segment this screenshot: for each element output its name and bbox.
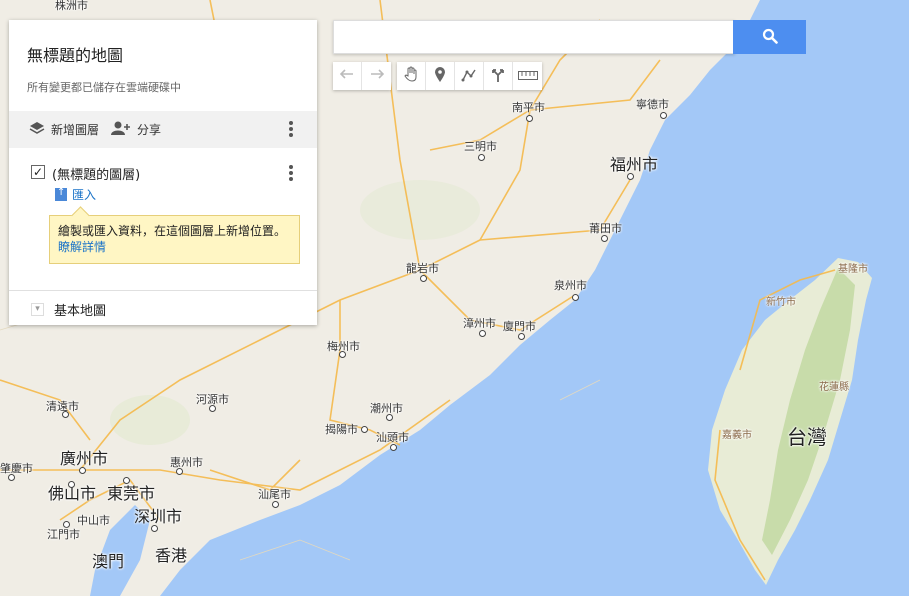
map-side-panel: 無標題的地圖 所有變更都已儲存在雲端硬碟中 新增圖層 分享 ✓ (無標題的圖層)… bbox=[9, 20, 317, 325]
city-dot bbox=[79, 467, 86, 474]
city-dot bbox=[601, 235, 608, 242]
city-dot bbox=[123, 477, 130, 484]
map-label-zhuzhou: 株洲市 bbox=[55, 0, 88, 12]
city-dot bbox=[209, 405, 216, 412]
map-tools-group bbox=[397, 62, 542, 90]
map-label-dongguan: 東莞市 bbox=[107, 484, 156, 503]
add-layer-button[interactable]: 新增圖層 bbox=[29, 121, 99, 138]
tip-text: 繪製或匯入資料，在這個圖層上新增位置。 bbox=[58, 224, 287, 238]
city-dot bbox=[526, 115, 533, 122]
map-title[interactable]: 無標題的地圖 bbox=[27, 42, 123, 66]
map-label-ningde: 寧德市 bbox=[636, 98, 669, 111]
basemap-toggle[interactable]: ▾ 基本地圖 bbox=[31, 300, 106, 319]
learn-more-link[interactable]: 瞭解詳情 bbox=[58, 240, 106, 254]
undo-button[interactable] bbox=[333, 62, 362, 90]
map-label-shenzhen: 深圳市 bbox=[134, 507, 183, 526]
city-dot bbox=[420, 275, 427, 282]
map-label-hongkong: 香港 bbox=[155, 546, 188, 565]
map-label-shanwei: 汕尾市 bbox=[258, 488, 291, 501]
search-button[interactable] bbox=[733, 20, 806, 54]
map-label-zhaoqing: 肇慶市 bbox=[0, 462, 33, 475]
draw-line-button[interactable] bbox=[455, 62, 484, 90]
city-dot bbox=[151, 525, 158, 532]
city-dot bbox=[660, 112, 667, 119]
search-input[interactable] bbox=[333, 20, 735, 54]
share-label: 分享 bbox=[137, 123, 162, 137]
map-label-huizhou: 惠州市 bbox=[170, 456, 203, 469]
map-label-keelung: 基隆市 bbox=[838, 264, 868, 275]
panel-divider bbox=[9, 290, 317, 291]
city-dot bbox=[478, 154, 485, 161]
marker-icon bbox=[435, 66, 445, 86]
basemap-label: 基本地圖 bbox=[54, 304, 107, 319]
map-label-nanping: 南平市 bbox=[512, 101, 545, 114]
city-dot bbox=[627, 173, 634, 180]
map-label-xiamen: 廈門市 bbox=[503, 320, 536, 333]
save-status: 所有變更都已儲存在雲端硬碟中 bbox=[27, 81, 181, 94]
map-label-jieyang: 揭陽市 bbox=[325, 423, 358, 436]
map-label-macau: 澳門 bbox=[92, 552, 125, 571]
city-dot bbox=[68, 481, 75, 488]
redo-button[interactable] bbox=[362, 62, 391, 90]
map-label-taiwan: 台灣 bbox=[787, 425, 827, 449]
upload-icon bbox=[55, 187, 67, 201]
undo-icon bbox=[339, 68, 354, 84]
layer-name[interactable]: (無標題的圖層) bbox=[52, 164, 140, 183]
map-options-menu-icon[interactable] bbox=[289, 119, 293, 139]
add-marker-button[interactable] bbox=[426, 62, 455, 90]
layers-icon bbox=[29, 121, 45, 138]
add-layer-label: 新增圖層 bbox=[51, 123, 100, 137]
map-label-jiangmen: 江門市 bbox=[47, 528, 80, 541]
draw-line-icon bbox=[461, 67, 477, 86]
help-tip: 繪製或匯入資料，在這個圖層上新增位置。 瞭解詳情 bbox=[49, 215, 300, 264]
map-label-hualien: 花蓮縣 bbox=[819, 382, 849, 393]
map-label-longyan: 龍岩市 bbox=[406, 262, 439, 275]
map-label-chiayi: 嘉義市 bbox=[722, 430, 752, 441]
city-dot bbox=[361, 426, 368, 433]
map-label-zhangzhou: 漳州市 bbox=[463, 317, 496, 330]
share-button[interactable]: 分享 bbox=[111, 121, 161, 138]
map-label-chaozhou: 潮州市 bbox=[370, 402, 403, 415]
map-label-foshan: 佛山市 bbox=[48, 484, 97, 503]
directions-icon bbox=[491, 67, 505, 86]
map-label-heyuan: 河源市 bbox=[196, 393, 229, 406]
expand-arrow-icon: ▾ bbox=[31, 303, 44, 316]
city-dot bbox=[176, 468, 183, 475]
city-dot bbox=[479, 330, 486, 337]
directions-button[interactable] bbox=[484, 62, 513, 90]
city-dot bbox=[386, 414, 393, 421]
layer-visibility-checkbox[interactable]: ✓ bbox=[31, 165, 45, 179]
map-label-guangzhou: 廣州市 bbox=[60, 449, 109, 468]
hand-icon bbox=[404, 66, 418, 86]
city-dot bbox=[272, 501, 279, 508]
undo-redo-group bbox=[333, 62, 391, 90]
city-dot bbox=[572, 294, 579, 301]
redo-icon bbox=[370, 68, 384, 84]
city-dot bbox=[62, 411, 69, 418]
city-dot bbox=[390, 444, 397, 451]
measure-button[interactable] bbox=[513, 62, 542, 90]
import-link[interactable]: 匯入 bbox=[55, 186, 96, 203]
import-label: 匯入 bbox=[72, 188, 97, 202]
map-label-hsinchu: 新竹市 bbox=[766, 297, 796, 308]
map-label-fuzhou: 福州市 bbox=[610, 155, 659, 174]
city-dot bbox=[518, 333, 525, 340]
layer-options-menu-icon[interactable] bbox=[289, 163, 293, 183]
city-dot bbox=[63, 521, 70, 528]
layer-toolbar: 新增圖層 分享 bbox=[9, 111, 317, 148]
city-dot bbox=[339, 351, 346, 358]
pan-tool-button[interactable] bbox=[397, 62, 426, 90]
map-label-sanming: 三明市 bbox=[464, 140, 497, 153]
search-icon bbox=[762, 28, 778, 47]
city-dot bbox=[8, 474, 15, 481]
map-label-quanzhou: 泉州市 bbox=[554, 279, 587, 292]
map-label-putian: 莆田市 bbox=[589, 222, 622, 235]
map-label-zhongshan: 中山市 bbox=[77, 514, 110, 527]
ruler-icon bbox=[517, 68, 538, 84]
add-person-icon bbox=[111, 121, 131, 138]
map-label-qingyuan: 清遠市 bbox=[46, 400, 79, 413]
map-label-shantou: 汕頭市 bbox=[376, 431, 409, 444]
